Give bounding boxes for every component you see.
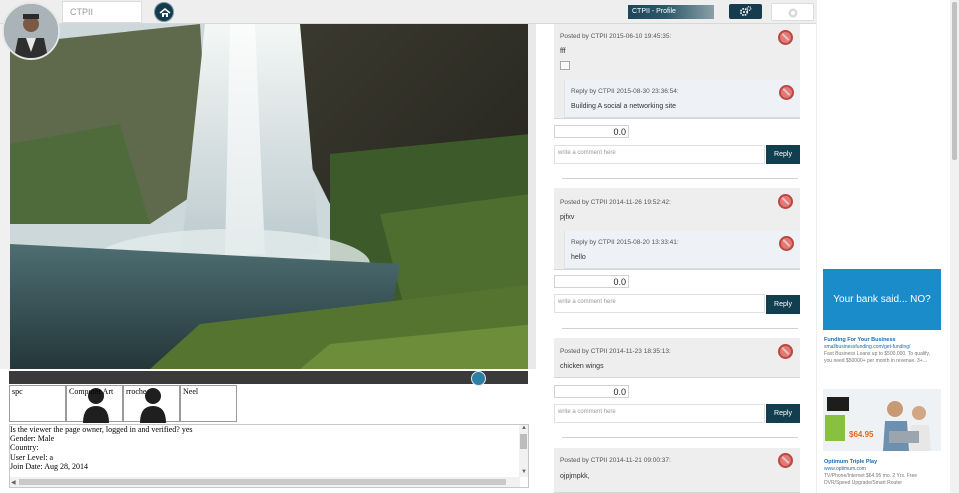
delete-icon[interactable] — [778, 344, 793, 359]
ad-description: Fast Business Loans up to $500,000. To q… — [824, 351, 930, 364]
reply-meta: Reply by CTPII 2015-08-20 13:33:41: — [571, 239, 679, 246]
profile-link[interactable]: CTPII - Profile — [628, 5, 714, 19]
profile-details[interactable]: Is the viewer the page owner, logged in … — [9, 424, 529, 488]
post-meta: Posted by CTPII 2014-11-23 18:35:13: — [560, 348, 671, 355]
ad-url[interactable]: www.optimum.com — [824, 466, 866, 472]
comment-input[interactable]: write a comment here — [554, 404, 765, 423]
divider — [562, 437, 798, 438]
post: Posted by CTPII 2014-11-23 18:35:13: chi… — [554, 338, 800, 378]
friend-name: spc — [12, 387, 23, 396]
post: Posted by CTPII 2015-06-10 19:45:35: fff… — [554, 24, 800, 119]
ad-title[interactable]: Optimum Triple Play — [824, 459, 877, 465]
home-icon — [159, 8, 171, 17]
owner-verified-line: Is the viewer the page owner, logged in … — [10, 425, 193, 434]
post: Posted by CTPII 2014-11-21 09:00:37: ojp… — [554, 448, 800, 493]
site-title[interactable]: CTPII — [62, 1, 142, 23]
post-meta: Posted by CTPII 2014-11-21 09:00:37: — [560, 457, 671, 464]
broken-image-icon — [560, 61, 570, 70]
profile-page: CTPII CTPII - Profile spc Computer Art r… — [0, 0, 959, 493]
post-text: fff — [560, 48, 566, 55]
country-line: Country: — [10, 443, 39, 453]
reply-button[interactable]: Reply — [766, 295, 800, 314]
ad-title[interactable]: Funding For Your Business — [824, 337, 896, 343]
friend-name: rroche — [126, 387, 147, 396]
gender-line: Gender: Male — [10, 434, 55, 444]
scroll-up-icon[interactable]: ▲ — [521, 425, 527, 431]
details-vertical-scrollbar[interactable]: ▲ ▼ — [519, 425, 528, 477]
scroll-left-icon[interactable]: ◀ — [11, 479, 16, 486]
scroll-down-icon[interactable]: ▼ — [521, 469, 527, 475]
reply-text: Building A social a networking site — [571, 103, 677, 110]
divider — [562, 178, 798, 179]
delete-icon[interactable] — [779, 85, 794, 100]
profile-details-text: Is the viewer the page owner, logged in … — [10, 425, 520, 471]
friend-card[interactable]: Neel — [180, 385, 237, 422]
home-button[interactable] — [154, 2, 174, 22]
reply-text: hello — [571, 254, 586, 261]
reply: Reply by CTPII 2015-08-30 23:36:54: Buil… — [564, 80, 800, 118]
delete-icon[interactable] — [779, 236, 794, 251]
page-scrollbar[interactable] — [950, 0, 959, 493]
delete-icon[interactable] — [778, 194, 793, 209]
post-text: chicken wings — [560, 363, 604, 370]
page-scroll-thumb[interactable] — [952, 2, 957, 160]
post: Posted by CTPII 2014-11-26 19:52:42: pjf… — [554, 188, 800, 270]
ad-description: TV/Phone/Internet $64.95 mo. 2 Yrs. Free… — [824, 473, 918, 486]
friend-name: Neel — [183, 387, 199, 396]
ad-banner[interactable]: Your bank said... NO? — [823, 269, 941, 330]
scroll-thumb[interactable] — [520, 434, 527, 449]
post-text: ojpjmpkk, — [560, 473, 590, 480]
friend-card[interactable]: spc — [9, 385, 66, 422]
cover-photo — [0, 24, 536, 369]
post-feed: Posted by CTPII 2015-06-10 19:45:35: fff… — [552, 24, 802, 493]
join-date-line: Join Date: Aug 28, 2014 — [10, 461, 88, 471]
details-horizontal-scrollbar[interactable]: ◀ — [10, 477, 520, 487]
reply-meta: Reply by CTPII 2015-08-30 23:36:54: — [571, 88, 679, 95]
delete-icon[interactable] — [778, 453, 793, 468]
profile-avatar[interactable] — [2, 2, 60, 60]
top-bar: CTPII CTPII - Profile — [0, 0, 816, 24]
gear-icon — [739, 6, 752, 17]
ad-url[interactable]: smallbusinessfunding.com/get-funding/ — [824, 344, 910, 350]
rating-field[interactable]: 0.0 — [554, 275, 629, 288]
settings-icon — [788, 8, 798, 18]
delete-icon[interactable] — [778, 30, 793, 45]
friend-card[interactable]: Computer Art — [66, 385, 123, 423]
friend-name: Computer Art — [69, 387, 114, 396]
reply-button[interactable]: Reply — [766, 404, 800, 423]
ad-price: $64.95 — [849, 430, 874, 439]
post-meta: Posted by CTPII 2014-11-26 19:52:42: — [560, 199, 671, 206]
friends-list: spc Computer Art rroche Neel — [9, 385, 249, 423]
comment-input[interactable]: write a comment here — [554, 294, 765, 313]
profile-info-bar — [9, 371, 528, 384]
reply-button[interactable]: Reply — [766, 145, 800, 164]
user-level-line: User Level: a — [10, 452, 54, 462]
rating-field[interactable]: 0.0 — [554, 385, 629, 398]
options-button[interactable] — [771, 3, 814, 21]
scroll-thumb[interactable] — [19, 479, 506, 485]
divider — [562, 328, 798, 329]
post-text: pjfxv — [560, 214, 575, 221]
post-meta: Posted by CTPII 2015-06-10 19:45:35: — [560, 33, 672, 40]
rating-field[interactable]: 0.0 — [554, 125, 629, 138]
ad-image[interactable]: $64.95 — [823, 389, 941, 451]
reply: Reply by CTPII 2015-08-20 13:33:41: hell… — [564, 231, 800, 269]
comment-input[interactable]: write a comment here — [554, 145, 765, 164]
friend-card[interactable]: rroche — [123, 385, 180, 423]
settings-menu-button[interactable] — [729, 4, 762, 19]
globe-icon[interactable] — [471, 371, 486, 386]
